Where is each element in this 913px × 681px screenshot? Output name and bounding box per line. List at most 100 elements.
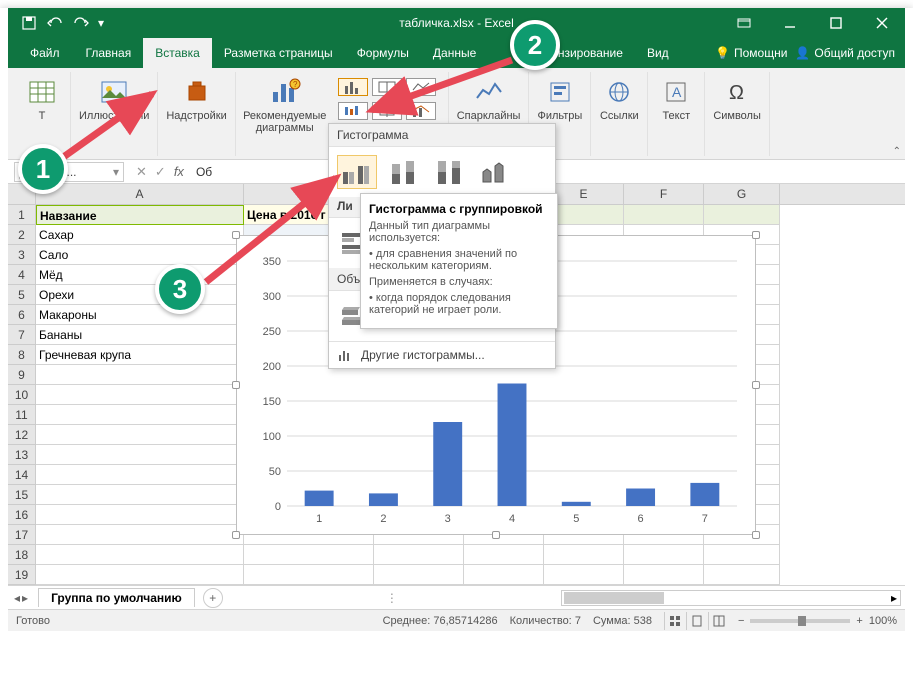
- maximize-icon[interactable]: [813, 9, 859, 37]
- row-header[interactable]: 18: [8, 545, 36, 565]
- row-headers: 12345678910111213141516171819: [8, 205, 36, 585]
- zoom-slider[interactable]: [750, 619, 850, 623]
- cell[interactable]: [36, 385, 244, 405]
- bar-chart-icon: [337, 348, 353, 362]
- more-column-charts[interactable]: Другие гистограммы...: [329, 341, 555, 368]
- dd-title-histogram: Гистограмма: [329, 124, 555, 147]
- 3d-column-option[interactable]: [475, 155, 515, 189]
- scrollbar-thumb[interactable]: [564, 592, 664, 604]
- cell[interactable]: [36, 545, 244, 565]
- cell[interactable]: [624, 565, 704, 585]
- row-header[interactable]: 15: [8, 485, 36, 505]
- row-header[interactable]: 11: [8, 405, 36, 425]
- arrow-3: [198, 170, 348, 290]
- row-header[interactable]: 7: [8, 325, 36, 345]
- row-header[interactable]: 2: [8, 225, 36, 245]
- row-header[interactable]: 10: [8, 385, 36, 405]
- row-header[interactable]: 8: [8, 345, 36, 365]
- row-header[interactable]: 3: [8, 245, 36, 265]
- cell[interactable]: [244, 545, 374, 565]
- stacked100-column-option[interactable]: [429, 155, 469, 189]
- row-header[interactable]: 4: [8, 265, 36, 285]
- cell[interactable]: [36, 405, 244, 425]
- cell[interactable]: [36, 425, 244, 445]
- svg-text:1: 1: [316, 513, 322, 525]
- cell[interactable]: Гречневая крупа: [36, 345, 244, 365]
- cell[interactable]: Бананы: [36, 325, 244, 345]
- svg-text:0: 0: [275, 501, 281, 513]
- cell[interactable]: [36, 525, 244, 545]
- cell[interactable]: [374, 565, 464, 585]
- cell[interactable]: [544, 565, 624, 585]
- cell[interactable]: [624, 205, 704, 225]
- row-header[interactable]: 12: [8, 425, 36, 445]
- cell[interactable]: [244, 565, 374, 585]
- row-header[interactable]: 5: [8, 285, 36, 305]
- row-header[interactable]: 19: [8, 565, 36, 585]
- text-button[interactable]: A Текст: [652, 74, 700, 124]
- cell[interactable]: [704, 565, 780, 585]
- ribbon-display-icon[interactable]: [721, 9, 767, 37]
- svg-text:A: A: [672, 84, 682, 100]
- svg-text:Ω: Ω: [729, 82, 744, 104]
- row-header[interactable]: 17: [8, 525, 36, 545]
- row-header[interactable]: 1: [8, 205, 36, 225]
- chart-type-tooltip: Гистограмма с группировкой Данный тип ди…: [360, 193, 558, 329]
- textbox-icon: A: [660, 76, 692, 108]
- svg-text:4: 4: [509, 513, 515, 525]
- row-header[interactable]: 14: [8, 465, 36, 485]
- cell[interactable]: [704, 545, 780, 565]
- svg-text:5: 5: [573, 513, 579, 525]
- addins-button[interactable]: Надстройки: [162, 74, 230, 124]
- stacked-column-option[interactable]: [383, 155, 423, 189]
- cell[interactable]: [704, 205, 780, 225]
- window-title: табличка.xlsx - Excel: [399, 16, 514, 30]
- cell[interactable]: [36, 445, 244, 465]
- minimize-icon[interactable]: [767, 9, 813, 37]
- svg-text:?: ?: [293, 80, 298, 89]
- cell[interactable]: [36, 565, 244, 585]
- cell[interactable]: Макароны: [36, 305, 244, 325]
- cell[interactable]: [36, 365, 244, 385]
- omega-icon: Ω: [721, 76, 753, 108]
- row-header[interactable]: 13: [8, 445, 36, 465]
- svg-text:250: 250: [263, 326, 281, 338]
- cell[interactable]: [374, 545, 464, 565]
- cell[interactable]: [544, 545, 624, 565]
- row-header[interactable]: 9: [8, 365, 36, 385]
- redo-icon[interactable]: [68, 9, 94, 37]
- store-icon: [181, 76, 213, 108]
- svg-text:200: 200: [263, 361, 281, 373]
- svg-text:2: 2: [380, 513, 386, 525]
- collapse-ribbon-icon[interactable]: ⌃: [893, 146, 901, 157]
- cell[interactable]: [624, 545, 704, 565]
- arrow-2: [362, 52, 522, 122]
- save-icon[interactable]: [16, 9, 42, 37]
- links-button[interactable]: Ссылки: [595, 74, 643, 124]
- recommended-charts-button[interactable]: ? Рекомендуемые диаграммы: [240, 74, 330, 136]
- title-bar: ▾ табличка.xlsx - Excel: [8, 8, 905, 38]
- cell[interactable]: [36, 505, 244, 525]
- svg-text:150: 150: [263, 396, 281, 408]
- svg-text:300: 300: [263, 291, 281, 303]
- step-badge-1: 1: [18, 144, 68, 194]
- cell[interactable]: [464, 565, 544, 585]
- close-icon[interactable]: [859, 9, 905, 37]
- symbols-button[interactable]: Ω Символы: [709, 74, 765, 124]
- filters-button[interactable]: Фильтры: [533, 74, 586, 124]
- group-symbols: Ω Символы: [705, 72, 770, 156]
- svg-text:7: 7: [702, 513, 708, 525]
- undo-icon[interactable]: [42, 9, 68, 37]
- row-header[interactable]: 16: [8, 505, 36, 525]
- row-header[interactable]: 6: [8, 305, 36, 325]
- cell[interactable]: [464, 545, 544, 565]
- horizontal-scrollbar[interactable]: ◂ ▸: [561, 590, 901, 606]
- cell[interactable]: [36, 465, 244, 485]
- filter-icon: [544, 76, 576, 108]
- group-links: Ссылки: [591, 72, 648, 156]
- qat-customize-icon[interactable]: ▾: [94, 9, 108, 37]
- cell[interactable]: [36, 485, 244, 505]
- group-text: A Текст: [648, 72, 705, 156]
- arrow-1: [54, 86, 164, 166]
- quick-access-toolbar: ▾: [8, 9, 108, 37]
